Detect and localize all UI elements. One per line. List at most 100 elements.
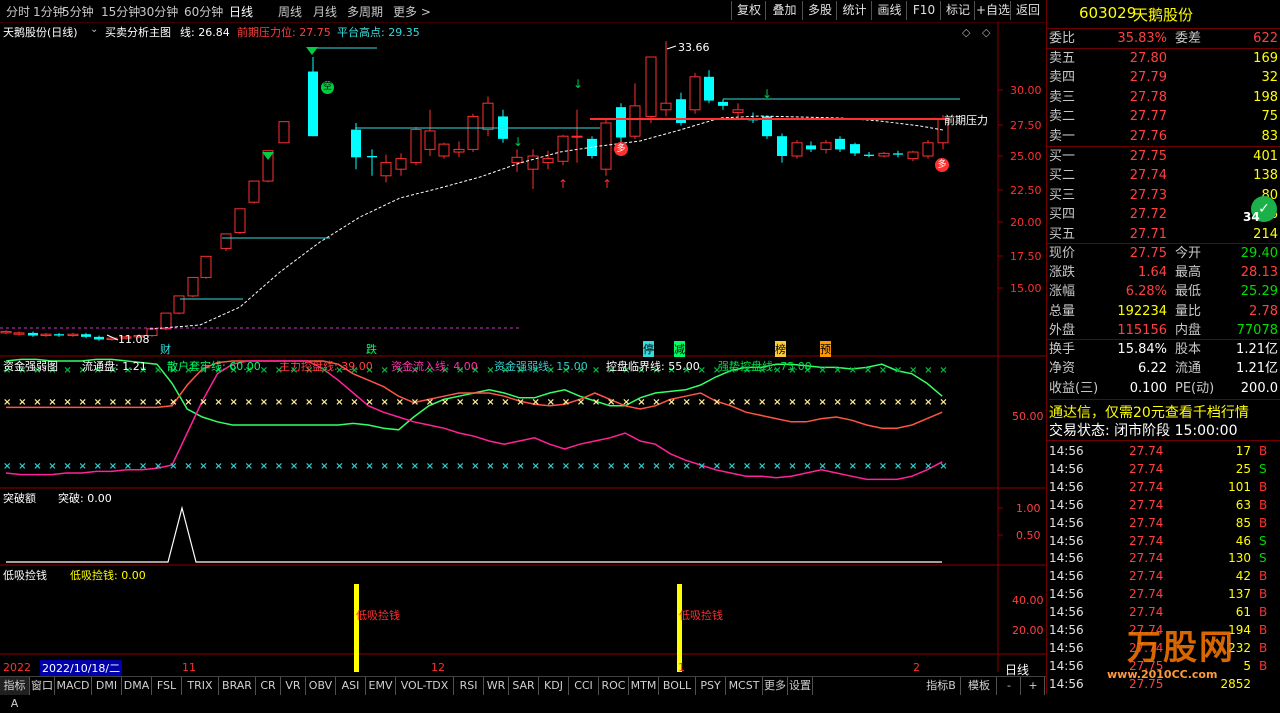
period-5[interactable]: 60分钟 <box>184 3 223 20</box>
threshold-cross-mark: × <box>320 397 328 408</box>
quote-label: 外盘 <box>1049 322 1076 338</box>
period-2[interactable]: 5分钟 <box>62 3 94 20</box>
tick-volume: 42 <box>1235 569 1251 584</box>
quote-label: 现价 <box>1049 246 1076 261</box>
indicator-tab-1[interactable]: 窗口 <box>30 677 55 695</box>
threshold-cross-mark: × <box>788 397 796 408</box>
indicator-tab-4[interactable]: DMA <box>122 677 152 695</box>
asks-price: 27.79 <box>1129 70 1167 86</box>
period-9[interactable]: 多周期 <box>347 3 383 20</box>
indicator-tab-18[interactable]: CCI <box>569 677 599 695</box>
toolbar-button-2[interactable]: 多股 <box>802 1 837 20</box>
toolbar-button-6[interactable]: 标记 <box>940 1 975 20</box>
candle-body <box>220 233 232 249</box>
indicator-tab-0[interactable]: 指标A <box>0 677 30 710</box>
period-10[interactable]: 更多 > <box>393 3 431 20</box>
period-8[interactable]: 月线 <box>313 3 337 20</box>
quote-panel: 603029 天鹅股份 委比 35.83% 委差 622 卖五 27.80 169 卖… <box>1046 0 1280 694</box>
collapse-icon[interactable]: ⌄ <box>90 24 98 35</box>
candle-body <box>0 331 12 334</box>
candle-body <box>308 71 318 137</box>
indicator-tab-23[interactable]: MCST <box>726 677 763 695</box>
tick-list[interactable]: 14:56 27.74 17 B 14:56 27.74 25 S 14:56 27.74 101 B… <box>1047 440 1280 691</box>
bottom-right-button-1[interactable]: 模板 <box>962 677 997 695</box>
panel2-title[interactable]: 资金强弱图 <box>3 358 58 374</box>
bottom-right-button-3[interactable]: + <box>1022 677 1045 695</box>
indicator-tab-9[interactable]: VR <box>281 677 306 695</box>
tick-row: 14:56 27.74 63 B <box>1047 496 1280 514</box>
threshold-cross-mark: × <box>577 397 585 408</box>
asks-volume: 75 <box>1261 109 1278 125</box>
period-3[interactable]: 15分钟 <box>101 3 140 20</box>
bottom-right-button-0[interactable]: 指标B <box>922 677 961 695</box>
indicator-tab-15[interactable]: WR <box>484 677 509 695</box>
toolbar-button-8[interactable]: 返回 <box>1010 1 1045 20</box>
panel2-legend-item-1: 散户套牢线: 60.00 <box>167 360 261 373</box>
period-1[interactable]: 1分钟 <box>33 3 65 20</box>
period-7[interactable]: 周线 <box>278 3 302 20</box>
indicator-tab-5[interactable]: FSL <box>152 677 182 695</box>
indicator-tab-14[interactable]: RSI <box>454 677 484 695</box>
indicator-tab-6[interactable]: TRIX <box>182 677 219 695</box>
indicator-tab-20[interactable]: MTM <box>629 677 659 695</box>
threshold-cross-mark: × <box>109 461 117 472</box>
threshold-cross-mark: × <box>456 461 464 472</box>
tick-time: 14:56 <box>1049 533 1084 548</box>
candle-body <box>187 276 199 297</box>
toolbar-button-4[interactable]: 画线 <box>871 1 907 20</box>
toolbar-button-3[interactable]: 统计 <box>836 1 872 20</box>
indicator-tab-21[interactable]: BOLL <box>659 677 696 695</box>
threshold-cross-mark: × <box>713 397 721 408</box>
indicator-tab-bar: 指标A 窗口 MACD DMI DMA FSL TRIX BRAR CR VR OBV ASI EMV V… <box>0 676 1046 710</box>
indicator-name[interactable]: 买卖分析主图 <box>105 24 171 40</box>
toolbar-button-7[interactable]: +自选 <box>974 1 1011 20</box>
indicator-tab-17[interactable]: KDJ <box>539 677 569 695</box>
threshold-cross-mark: × <box>320 461 328 472</box>
threshold-cross-mark: × <box>683 461 691 472</box>
toolbar-button-5[interactable]: F10 <box>906 1 941 20</box>
indicator-tab-16[interactable]: SAR <box>509 677 539 695</box>
bottom-right-button-2[interactable]: - <box>998 677 1021 695</box>
close-icon[interactable]: ◇ <box>982 26 990 39</box>
threshold-cross-mark: × <box>547 461 555 472</box>
threshold-cross-mark: × <box>622 461 630 472</box>
indicator-tab-2[interactable]: MACD <box>55 677 92 695</box>
threshold-cross-mark: × <box>94 461 102 472</box>
indicator-tab-11[interactable]: ASI <box>336 677 366 695</box>
diamond-icon[interactable]: ◇ <box>962 26 970 39</box>
indicator-tab-10[interactable]: OBV <box>306 677 336 695</box>
indicator-tab-3[interactable]: DMI <box>92 677 122 695</box>
ad-link[interactable]: 通达信，仅需20元查看千档行情 <box>1049 399 1280 422</box>
threshold-cross-mark: × <box>939 461 947 472</box>
candle-body <box>511 156 523 164</box>
tick-time: 14:56 <box>1049 640 1084 655</box>
indicator-tab-22[interactable]: PSY <box>696 677 726 695</box>
candle-body <box>424 130 436 150</box>
indicator-tab-24[interactable]: 更多 <box>763 677 788 695</box>
indicator-tab-13[interactable]: VOL-TDX <box>396 677 454 695</box>
period-6[interactable]: 日线 <box>229 3 253 20</box>
toolbar-button-0[interactable]: 复权 <box>731 1 766 20</box>
panel3-title[interactable]: 突破额 <box>3 490 36 506</box>
threshold-cross-mark: × <box>939 397 947 408</box>
panel4-title[interactable]: 低吸捡钱 <box>3 567 47 583</box>
indicator-tab-19[interactable]: ROC <box>599 677 629 695</box>
indicator-tab-7[interactable]: BRAR <box>219 677 256 695</box>
threshold-cross-mark: × <box>909 397 917 408</box>
indicator-tab-8[interactable]: CR <box>256 677 281 695</box>
panel3-ytick-2: 0.50 <box>1016 529 1041 542</box>
kline-chart-area[interactable]: 30.00 27.50 25.00 22.50 20.00 17.50 15.00 ↓ ↓ ↓ ↑… <box>0 22 1046 672</box>
panel2-legend-item-3: 资金流入线: 4.00 <box>391 360 478 373</box>
period-0[interactable]: 分时 <box>6 3 30 20</box>
toolbar-button-1[interactable]: 叠加 <box>765 1 803 20</box>
candle-body <box>380 162 392 177</box>
threshold-cross-mark: × <box>894 397 902 408</box>
tick-time: 14:56 <box>1049 551 1084 566</box>
indicator-tab-25[interactable]: 设置 <box>788 677 813 695</box>
period-4[interactable]: 30分钟 <box>139 3 178 20</box>
threshold-cross-mark: × <box>305 461 313 472</box>
indicator-tab-12[interactable]: EMV <box>366 677 396 695</box>
threshold-cross-mark: × <box>562 461 570 472</box>
panel3-ytick-1: 1.00 <box>1016 502 1041 515</box>
threshold-cross-mark: × <box>834 397 842 408</box>
